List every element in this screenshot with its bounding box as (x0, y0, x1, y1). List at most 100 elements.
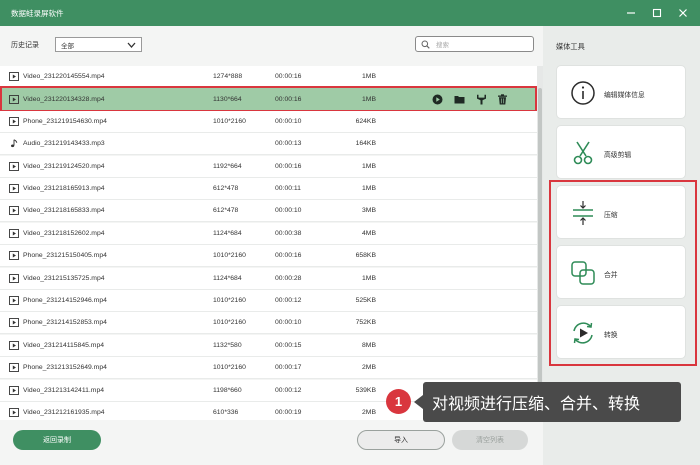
file-size: 1MB (362, 274, 376, 282)
trash-icon[interactable] (497, 94, 508, 105)
file-duration: 00:00:10 (275, 117, 302, 125)
close-button[interactable] (670, 0, 696, 26)
file-resolution: 1130*664 (213, 96, 242, 104)
history-label: 历史记录 (11, 42, 39, 49)
file-size: 8MB (362, 341, 376, 349)
file-resolution: 1010*2160 (213, 252, 246, 260)
video-file-icon (9, 363, 19, 373)
video-file-icon (9, 318, 19, 328)
video-file-icon (9, 228, 19, 238)
file-size: 2MB (362, 409, 376, 416)
maximize-icon (652, 8, 662, 18)
video-file-icon (9, 251, 19, 261)
video-file-icon (9, 161, 19, 171)
table-row[interactable]: Phone_231215150405.mp4 1010*2160 00:00:16 6… (0, 245, 537, 268)
minimize-icon (627, 12, 635, 14)
table-row-selected[interactable]: Video_231220134328.mp4 1130*664 00:00:16 1M… (0, 86, 537, 113)
table-row[interactable]: Video_231218165913.mp4 612*478 00:00:11 1MB (0, 178, 537, 200)
file-size: 539KB (355, 386, 376, 394)
file-duration: 00:00:16 (275, 96, 302, 104)
audio-file-icon (9, 139, 19, 148)
file-name: Video_231220134328.mp4 (23, 96, 105, 104)
search-icon (421, 40, 430, 49)
filter-value: 全部 (61, 42, 74, 50)
table-row[interactable]: Video_231218152602.mp4 1124*684 00:00:38 4M… (0, 222, 537, 245)
file-duration: 00:00:19 (275, 409, 302, 416)
tool-advanced-trim[interactable]: 高级剪辑 (556, 125, 686, 179)
table-row[interactable]: Video_231220145554.mp4 1274*888 00:00:16 1M… (0, 66, 537, 88)
sidebar-title: 媒体工具 (556, 42, 585, 51)
callout-text: 对视频进行压缩、合并、转换 (432, 396, 641, 413)
file-list: Video_231220145554.mp4 1274*888 00:00:16 1M… (0, 66, 543, 420)
minimize-button[interactable] (618, 0, 644, 26)
table-row[interactable]: Phone_231214152853.mp4 1010*2160 00:00:10 7… (0, 312, 537, 335)
search-placeholder: 搜索 (436, 42, 449, 49)
file-size: 4MB (362, 229, 376, 237)
table-row[interactable]: Video_231218165833.mp4 612*478 00:00:10 3MB (0, 200, 537, 223)
history-filter-dropdown[interactable]: 全部 (55, 37, 142, 52)
file-name: Video_231218165913.mp4 (23, 185, 105, 192)
file-resolution: 1274*888 (213, 73, 243, 80)
file-resolution: 610*336 (213, 409, 239, 416)
file-resolution: 1192*664 (213, 162, 242, 170)
file-name: Video_231218152602.mp4 (23, 229, 105, 237)
file-duration: 00:00:13 (275, 140, 302, 148)
wrench-icon[interactable] (476, 94, 487, 105)
file-name: Video_231215135725.mp4 (23, 274, 105, 282)
clear-list-button[interactable]: 清空列表 (452, 430, 528, 450)
list-toolbar: 历史记录 全部 搜索 (0, 26, 543, 64)
file-size: 3MB (362, 207, 376, 215)
file-size: 1MB (362, 162, 376, 170)
file-resolution: 1132*580 (213, 341, 242, 349)
file-duration: 00:00:12 (275, 297, 302, 304)
file-size: 624KB (355, 117, 376, 125)
tool-label: 高级剪辑 (604, 152, 632, 159)
table-row[interactable]: Video_231215135725.mp4 1124*684 00:00:28 1M… (0, 267, 537, 290)
file-resolution: 612*478 (213, 207, 239, 215)
maximize-button[interactable] (644, 0, 670, 26)
footer-bar: 返回录制 导入 清空列表 (0, 420, 543, 465)
video-file-icon (9, 184, 19, 193)
import-button[interactable]: 导入 (357, 430, 445, 450)
file-duration: 00:00:11 (275, 185, 301, 192)
file-size: 658KB (355, 252, 376, 260)
file-name: Video_231214115845.mp4 (23, 341, 105, 349)
chevron-down-icon (127, 42, 136, 48)
file-name: Video_231220145554.mp4 (23, 73, 105, 80)
file-size: 2MB (362, 364, 376, 372)
file-size: 1MB (362, 96, 376, 104)
title-bar: 数据蛙录屏软件 (0, 0, 700, 26)
table-row[interactable]: Video_231214115845.mp4 1132*580 00:00:15 8M… (0, 334, 537, 357)
tool-edit-media-info[interactable]: 编辑媒体信息 (556, 65, 686, 119)
file-name: Phone_231215150405.mp4 (23, 252, 107, 260)
file-name: Phone_231213152649.mp4 (23, 364, 107, 372)
video-file-icon (9, 206, 19, 216)
table-row[interactable]: Audio_231219143433.mp3 00:00:13 164KB (0, 133, 537, 156)
file-name: Phone_231219154630.mp4 (23, 117, 107, 125)
table-row[interactable]: Phone_231213152649.mp4 1010*2160 00:00:17 2… (0, 357, 537, 380)
file-duration: 00:00:10 (275, 319, 302, 327)
file-name: Video_231218165833.mp4 (23, 207, 105, 215)
file-duration: 00:00:28 (275, 274, 302, 282)
file-size: 164KB (355, 140, 376, 148)
video-file-icon (9, 385, 19, 395)
table-row[interactable]: Phone_231219154630.mp4 1010*2160 00:00:10 6… (0, 110, 537, 133)
table-row[interactable]: Video_231219124520.mp4 1192*664 00:00:16 1M… (0, 155, 537, 178)
file-name: Video_231213142411.mp4 (23, 386, 105, 394)
file-size: 1MB (362, 185, 376, 192)
file-size: 525KB (355, 297, 376, 304)
play-icon[interactable] (432, 94, 443, 105)
video-file-icon (9, 408, 19, 417)
folder-icon[interactable] (454, 94, 465, 105)
file-name: Video_231212161935.mp4 (23, 409, 105, 416)
search-input[interactable]: 搜索 (415, 36, 534, 52)
file-name: Video_231219124520.mp4 (23, 162, 105, 170)
file-duration: 00:00:10 (275, 207, 302, 215)
scrollbar-thumb[interactable] (538, 88, 542, 416)
table-row[interactable]: Phone_231214152946.mp4 1010*2160 00:00:12 5… (0, 290, 537, 312)
tool-label: 编辑媒体信息 (604, 92, 645, 99)
back-to-record-button[interactable]: 返回录制 (13, 430, 101, 450)
scissors-icon (573, 141, 593, 165)
file-resolution: 1124*684 (213, 274, 242, 282)
file-duration: 00:00:16 (275, 162, 302, 170)
